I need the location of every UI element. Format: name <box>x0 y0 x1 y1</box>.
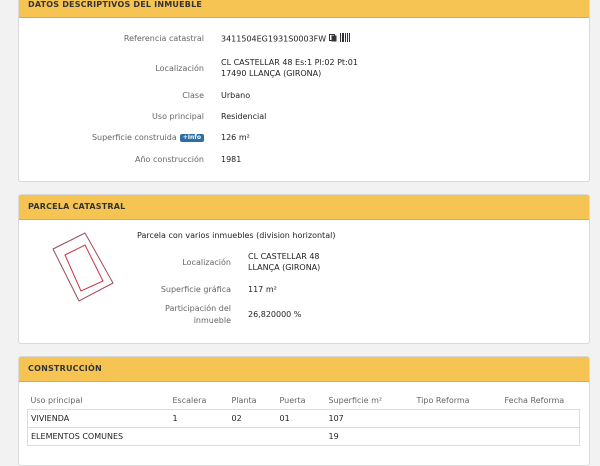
ref-catastral-label: Referencia catastral <box>123 34 204 43</box>
uso-principal-value: Residencial <box>221 112 267 121</box>
col-fecha-reforma: Fecha Reforma <box>501 392 580 410</box>
col-superficie: Superficie m² <box>325 392 414 410</box>
cell-puerta <box>276 427 326 446</box>
uso-principal-label: Uso principal <box>152 112 204 121</box>
table-row: VIVIENDA 1 02 01 107 <box>27 409 580 428</box>
cell-planta <box>228 427 277 446</box>
parcela-localizacion-label: Localización <box>182 258 231 267</box>
superficie-construida-value: 126 m² <box>221 133 250 142</box>
participacion-label-line2: inmueble <box>193 316 231 325</box>
col-escalera: Escalera <box>169 392 229 410</box>
datos-descriptivos-panel: DATOS DESCRIPTIVOS DEL INMUEBLE Referenc… <box>18 0 590 182</box>
cell-planta: 02 <box>228 409 277 428</box>
info-badge-button[interactable]: +Info <box>179 134 204 142</box>
localizacion-line1: CL CASTELLAR 48 Es:1 Pl:02 Pt:01 <box>221 58 358 67</box>
clase-value: Urbano <box>221 91 251 100</box>
localizacion-line2: 17490 LLANÇA (GIRONA) <box>221 69 322 78</box>
panel-title: DATOS DESCRIPTIVOS DEL INMUEBLE <box>19 0 589 18</box>
parcela-localizacion-line1: CL CASTELLAR 48 <box>248 252 320 261</box>
parcela-localizacion-line2: LLANÇA (GIRONA) <box>248 263 321 272</box>
cell-escalera <box>169 427 229 446</box>
cell-uso: VIVIENDA <box>27 409 170 428</box>
cell-superficie: 107 <box>325 409 414 428</box>
ref-catastral-value: 3411504EG1931S0003FW <box>221 34 327 44</box>
ref-catastral-row: 3411504EG1931S0003FW <box>221 33 581 45</box>
col-tipo-reforma: Tipo Reforma <box>413 392 502 410</box>
construccion-table: Uso principal Escalera Planta Puerta Sup… <box>27 392 580 446</box>
localizacion-label: Localización <box>155 64 204 73</box>
col-puerta: Puerta <box>276 392 326 410</box>
panel-title: PARCELA CATASTRAL <box>19 195 589 220</box>
superficie-grafica-value: 117 m² <box>248 285 277 294</box>
superficie-label-row: Superficie construida +Info <box>19 132 204 143</box>
anio-construccion-label: Año construcción <box>135 155 204 164</box>
superficie-grafica-label: Superficie gráfica <box>160 285 231 294</box>
cell-puerta: 01 <box>276 409 326 428</box>
participacion-label-line1: Participación del <box>165 304 231 313</box>
cell-escalera: 1 <box>169 409 229 428</box>
cell-fecha-reforma <box>501 427 580 446</box>
table-header-row: Uso principal Escalera Planta Puerta Sup… <box>27 392 580 410</box>
cell-uso: ELEMENTOS COMUNES <box>27 427 170 446</box>
cell-fecha-reforma <box>501 409 580 428</box>
parcela-descripcion: Parcela con varios inmuebles (division h… <box>137 231 336 240</box>
col-uso-principal: Uso principal <box>27 392 170 410</box>
panel-title: CONSTRUCCIÓN <box>19 357 589 382</box>
superficie-construida-label: Superficie construida <box>91 133 177 142</box>
cell-tipo-reforma <box>413 409 502 428</box>
participacion-value: 26,820000 % <box>248 310 302 319</box>
cell-superficie: 19 <box>325 427 414 446</box>
barcode-icon[interactable] <box>340 33 351 45</box>
cell-tipo-reforma <box>413 427 502 446</box>
anio-construccion-value: 1981 <box>221 155 242 164</box>
table-row: ELEMENTOS COMUNES 19 <box>27 427 580 446</box>
col-planta: Planta <box>228 392 277 410</box>
clase-label: Clase <box>182 91 204 100</box>
copy-icon[interactable] <box>329 33 337 45</box>
parcela-catastral-panel: PARCELA CATASTRAL Parcela con varios inm… <box>18 194 590 344</box>
